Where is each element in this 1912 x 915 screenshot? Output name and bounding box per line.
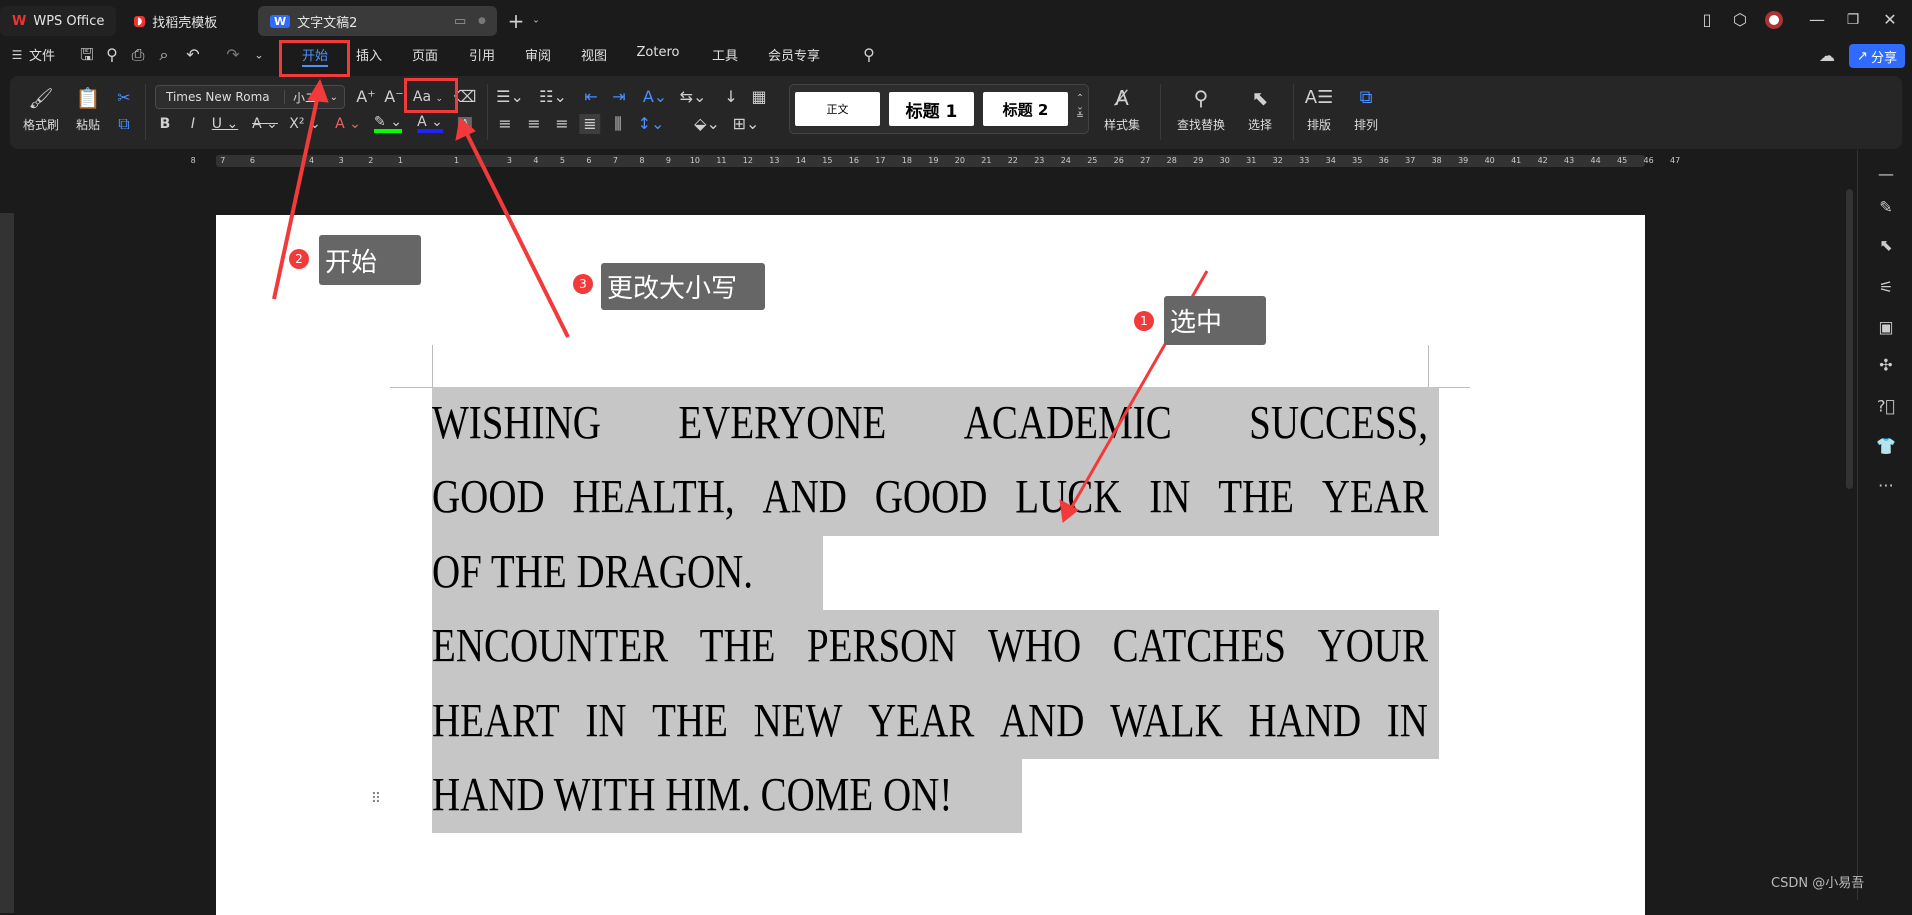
arrowhead-3 bbox=[455, 117, 476, 141]
arrow-3 bbox=[464, 131, 570, 338]
annotation-badge: 1 bbox=[1134, 311, 1154, 331]
annotation-home: 开始 bbox=[319, 235, 421, 285]
annotation-change-case: 更改大小写 bbox=[601, 263, 765, 310]
watermark: CSDN @小易吾 bbox=[1771, 876, 1865, 891]
annotation-arrows bbox=[272, 78, 1209, 523]
annotation-text: 更改大小写 bbox=[607, 274, 738, 304]
arrowhead-2 bbox=[307, 78, 329, 103]
annotation-text: 选中 bbox=[1170, 308, 1223, 338]
annotation-badge: 2 bbox=[289, 249, 309, 269]
annotation-select: 选中 bbox=[1164, 296, 1266, 345]
annotation-text: 开始 bbox=[325, 247, 378, 278]
annotation-badge: 3 bbox=[573, 274, 593, 294]
